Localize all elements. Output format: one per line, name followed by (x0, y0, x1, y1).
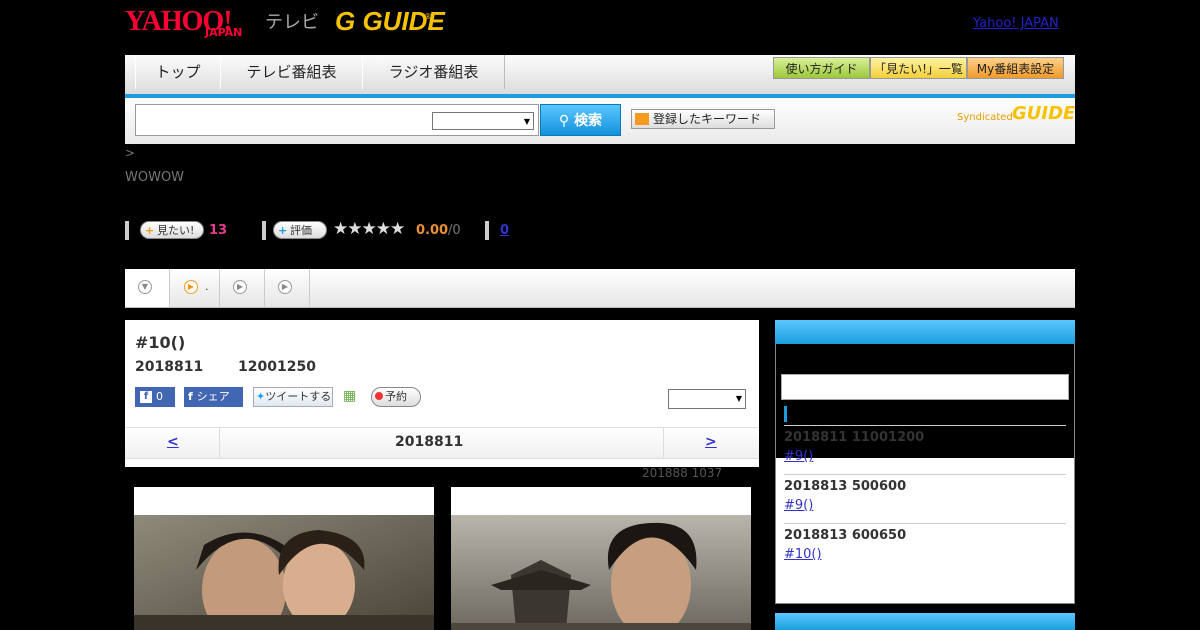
play-icon: ▶ (184, 280, 198, 294)
program-subtabs: ▼ ▶ . ▶ ▶ (125, 269, 1075, 308)
registered-mark: ® (424, 12, 432, 21)
rating-count: /0 (448, 223, 461, 238)
want-count: 13 (209, 223, 228, 238)
calendar-add-icon[interactable]: ▦ (343, 388, 359, 404)
stat-separator (125, 221, 129, 240)
syndicated-gguide-logo: GUIDE (1012, 103, 1076, 124)
play-icon: ▶ (233, 280, 247, 294)
play-icon: ▶ (278, 280, 292, 294)
nav-tab-radio-listings[interactable]: ラジオ番組表 (362, 55, 505, 89)
plus-icon: + (278, 224, 288, 237)
stat-separator (485, 221, 489, 240)
chevron-down-icon: ▼ (523, 117, 530, 126)
nav-tab-tv-listings[interactable]: テレビ番組表 (220, 55, 363, 89)
program-photo-2[interactable] (451, 487, 751, 630)
chevron-down-icon: ▼ (735, 394, 742, 403)
my-listings-settings-button[interactable]: My番組表設定 (967, 57, 1064, 79)
current-date: 2018811 (395, 434, 464, 450)
divider (219, 428, 220, 458)
air-date: 2018811 (135, 359, 204, 375)
tweet-button[interactable]: ✦ツイートする (253, 387, 333, 407)
reserve-button[interactable]: 予約 (371, 387, 421, 407)
sidebar-item-link[interactable]: #10() (784, 547, 822, 562)
registered-keywords-label: 登録したキーワード (653, 112, 762, 126)
facebook-like-count: 0 (156, 390, 163, 403)
program-photo-1[interactable] (134, 487, 434, 630)
gguide-logo[interactable]: G GUIDE (335, 6, 445, 37)
search-icon: ⚲ (558, 113, 575, 129)
subtab-0[interactable]: ▼ (125, 269, 170, 307)
episode-title: #10() (135, 333, 186, 352)
update-timestamp: 201888 1037 (642, 466, 723, 480)
want-button[interactable]: + 見たい! (140, 221, 204, 239)
stat-separator (262, 221, 266, 240)
subtab-2[interactable]: ▶ (220, 269, 265, 307)
rate-button[interactable]: + 評価 (273, 221, 327, 239)
prev-date-link[interactable]: < (167, 434, 179, 450)
plus-icon: + (145, 224, 155, 237)
sidebar-item-date: 2018813 500600 (784, 479, 907, 494)
sidebar-divider (784, 425, 1066, 426)
subtab-label: . (205, 280, 209, 293)
want-label: 見たい! (157, 224, 195, 237)
breadcrumb[interactable]: > (125, 146, 135, 160)
comment-count-link[interactable]: 0 (500, 223, 509, 238)
search-button-label: 検索 (574, 113, 603, 129)
sidebar-divider (784, 523, 1066, 524)
divider (663, 428, 664, 458)
tweet-label: ツイートする (265, 390, 332, 403)
couple-photo-image (134, 515, 434, 630)
yahoo-japan-link[interactable]: Yahoo! JAPAN (973, 16, 1059, 31)
yahoo-japan-logo-subtext: JAPAN (205, 26, 243, 39)
sidebar-item-link[interactable]: #9() (784, 449, 813, 464)
facebook-icon: f (188, 390, 197, 403)
rating-score: 0.00 (416, 223, 449, 238)
guide-button[interactable]: 使い方ガイド (773, 57, 870, 79)
rate-label: 評価 (290, 224, 312, 237)
facebook-share-button[interactable]: f シェア (184, 387, 243, 407)
main-nav: トップ テレビ番組表 ラジオ番組表 使い方ガイド 「見たい!」一覧 My番組表設… (125, 55, 1075, 98)
search-category-select[interactable]: ▼ (432, 112, 534, 130)
sidebar-input[interactable] (781, 374, 1069, 400)
registered-keywords-button[interactable]: 登録したキーワード (631, 109, 775, 129)
subtab-1[interactable]: ▶ . (170, 269, 220, 307)
nav-tab-top[interactable]: トップ (135, 55, 221, 89)
tv-logo-text: テレビ (265, 12, 319, 33)
sidebar-section-marker (784, 406, 787, 422)
rating-stars: ★★★★★ (333, 219, 405, 239)
sidebar-header (775, 320, 1075, 344)
syndicated-text: Syndicated (957, 112, 1013, 123)
want-list-button[interactable]: 「見たい!」一覧 (870, 57, 967, 79)
facebook-icon: f (140, 391, 152, 403)
air-time: 12001250 (238, 359, 316, 375)
subtab-3[interactable]: ▶ (265, 269, 310, 307)
sidebar-next-header (775, 613, 1075, 630)
chevron-down-icon: ▼ (138, 280, 152, 294)
facebook-share-label: シェア (196, 390, 230, 403)
search-button[interactable]: ⚲ 検索 (540, 104, 621, 136)
dropdown-icon (635, 113, 649, 125)
facebook-like-button[interactable]: f0 (135, 387, 175, 407)
next-date-link[interactable]: > (705, 434, 717, 450)
reserve-label: 予約 (385, 390, 407, 403)
sidebar-item-date: 2018813 600650 (784, 528, 907, 543)
twitter-bird-icon: ✦ (256, 390, 266, 403)
sidebar-item-date: 2018811 11001200 (784, 430, 925, 445)
sidebar-item-link[interactable]: #9() (784, 498, 813, 513)
channel-name: WOWOW (125, 170, 185, 185)
sidebar-divider (784, 474, 1066, 475)
record-dot-icon (375, 392, 383, 400)
warrior-photo-image (451, 515, 751, 630)
program-select[interactable]: ▼ (668, 389, 746, 409)
